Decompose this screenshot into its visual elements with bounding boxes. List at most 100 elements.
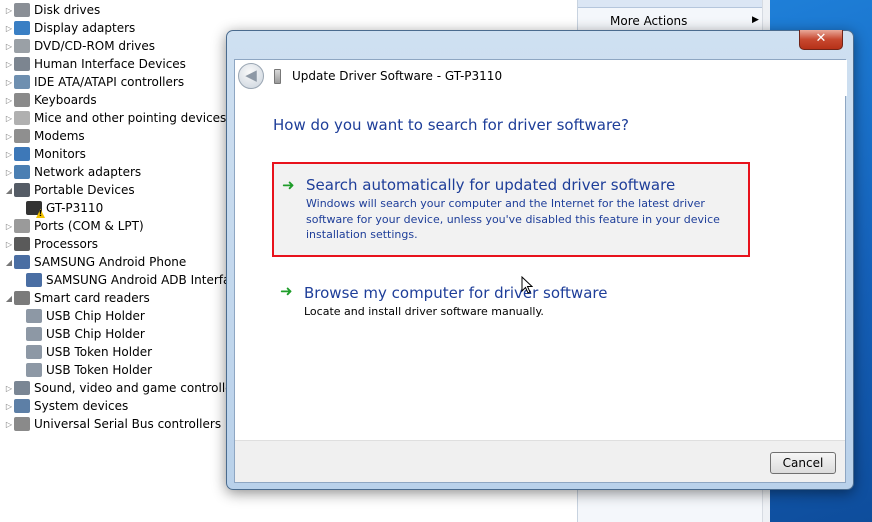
collapse-arrow-icon[interactable]: ◢ <box>4 181 14 199</box>
tree-node[interactable]: ▷ Ports (COM & LPT) <box>4 217 144 235</box>
expand-arrow-icon[interactable]: ▷ <box>4 55 14 73</box>
tree-node[interactable]: ▷ Human Interface Devices <box>4 55 186 73</box>
tree-node-label: Smart card readers <box>34 291 150 305</box>
tree-node-label: Mice and other pointing devices <box>34 111 227 125</box>
device-icon <box>14 399 30 413</box>
green-arrow-icon: ➜ <box>282 176 295 194</box>
tree-node-label: GT-P3110 <box>46 201 104 215</box>
chevron-right-icon: ▶ <box>752 15 759 25</box>
usb-device-icon <box>274 69 281 84</box>
tree-node-label: Modems <box>34 129 85 143</box>
tree-node[interactable]: ▷ Modems <box>4 127 85 145</box>
option-description: Locate and install driver software manua… <box>304 305 544 318</box>
tree-node[interactable]: ◢ SAMSUNG Android Phone <box>4 253 186 271</box>
expand-arrow-icon[interactable]: ▷ <box>4 415 14 433</box>
device-icon <box>14 291 30 305</box>
device-tree: ▷ Disk drives ▷ Display adapters ▷ DVD/CD-ROM… <box>0 0 244 522</box>
tree-node-label: SAMSUNG Android Phone <box>34 255 187 269</box>
expand-arrow-icon[interactable]: ▷ <box>4 217 14 235</box>
tree-node-label: IDE ATA/ATAPI controllers <box>34 75 185 89</box>
option-title[interactable]: Search automatically for updated driver … <box>306 176 675 194</box>
device-icon <box>14 3 30 17</box>
tree-node-label: DVD/CD-ROM drives <box>34 39 156 53</box>
back-arrow-icon[interactable]: ◀ <box>238 63 264 89</box>
expand-arrow-icon[interactable]: ▷ <box>4 145 14 163</box>
expand-arrow-icon[interactable]: ▷ <box>4 163 14 181</box>
tree-node[interactable]: ▷ IDE ATA/ATAPI controllers <box>4 73 184 91</box>
device-icon <box>26 309 42 323</box>
tree-node-label: Disk drives <box>34 3 101 17</box>
tree-node-label: USB Token Holder <box>46 345 153 359</box>
option-title[interactable]: Browse my computer for driver software <box>304 284 607 302</box>
expand-arrow-icon[interactable]: ▷ <box>4 127 14 145</box>
tree-node[interactable]: ▷ Processors <box>4 235 98 253</box>
expand-arrow-icon[interactable]: ▷ <box>4 1 14 19</box>
tree-node-label: Sound, video and game controllers <box>34 381 244 395</box>
device-icon <box>14 147 30 161</box>
device-icon <box>14 39 30 53</box>
tree-node[interactable]: ▷ System devices <box>4 397 128 415</box>
device-warning-icon <box>26 201 42 215</box>
tree-node[interactable]: USB Token Holder <box>26 343 152 361</box>
expand-arrow-icon[interactable]: ▷ <box>4 91 14 109</box>
tree-node[interactable]: ▷ DVD/CD-ROM drives <box>4 37 155 55</box>
tree-node[interactable]: ▷ Sound, video and game controllers <box>4 379 244 397</box>
expand-arrow-icon[interactable]: ▷ <box>4 37 14 55</box>
tree-node[interactable]: ▷ Mice and other pointing devices <box>4 109 226 127</box>
option-description: Windows will search your computer and th… <box>306 197 720 241</box>
dialog-content: ◀ Update Driver Software - GT-P3110 How … <box>234 59 847 483</box>
tree-node[interactable]: USB Chip Holder <box>26 307 145 325</box>
expand-arrow-icon[interactable]: ▷ <box>4 19 14 37</box>
tree-node-label: Network adapters <box>34 165 142 179</box>
collapse-arrow-icon[interactable]: ◢ <box>4 253 14 271</box>
tree-node-label: Portable Devices <box>34 183 135 197</box>
tree-node[interactable]: USB Token Holder <box>26 361 152 379</box>
device-icon <box>14 165 30 179</box>
device-icon <box>26 273 42 287</box>
expand-arrow-icon[interactable]: ▷ <box>4 397 14 415</box>
tree-node[interactable]: ▷ Universal Serial Bus controllers <box>4 415 221 433</box>
device-icon <box>14 57 30 71</box>
device-icon <box>14 219 30 233</box>
tree-node[interactable]: ▷ Disk drives <box>4 1 100 19</box>
device-icon <box>14 129 30 143</box>
tree-node[interactable]: ▷ Network adapters <box>4 163 141 181</box>
expand-arrow-icon[interactable]: ▷ <box>4 379 14 397</box>
tree-node[interactable]: ◢ Portable Devices <box>4 181 135 199</box>
tree-node-label: USB Token Holder <box>46 363 153 377</box>
tree-node[interactable]: USB Chip Holder <box>26 325 145 343</box>
tree-node-label: SAMSUNG Android ADB Interfa <box>46 273 231 287</box>
mouse-cursor-icon <box>521 276 533 294</box>
device-icon <box>14 417 30 431</box>
search-automatically-option[interactable]: ➜ Search automatically for updated drive… <box>272 162 750 257</box>
tree-node[interactable]: ▷ Keyboards <box>4 91 97 109</box>
device-icon <box>26 345 42 359</box>
tree-node[interactable]: ▷ Display adapters <box>4 19 135 37</box>
browse-computer-option[interactable]: ➜ Browse my computer for driver software… <box>272 270 750 330</box>
tree-node-label: Processors <box>34 237 99 251</box>
expand-arrow-icon[interactable]: ▷ <box>4 73 14 91</box>
tree-node-label: USB Chip Holder <box>46 309 145 323</box>
tree-node[interactable]: ◢ Smart card readers <box>4 289 150 307</box>
close-button[interactable]: ✕ <box>799 30 843 50</box>
more-actions-link[interactable]: More Actions <box>610 14 687 28</box>
actions-panel-header <box>578 0 771 8</box>
wizard-header: ◀ Update Driver Software - GT-P3110 <box>235 60 847 96</box>
tree-node-label: USB Chip Holder <box>46 327 145 341</box>
device-icon <box>14 381 30 395</box>
tree-node[interactable]: SAMSUNG Android ADB Interfa <box>26 271 230 289</box>
tree-node-label: Monitors <box>34 147 86 161</box>
dialog-footer: Cancel <box>235 440 845 482</box>
device-icon <box>14 93 30 107</box>
device-icon <box>14 75 30 89</box>
device-icon <box>14 183 30 197</box>
tree-node[interactable]: ▷ Monitors <box>4 145 86 163</box>
expand-arrow-icon[interactable]: ▷ <box>4 235 14 253</box>
green-arrow-icon: ➜ <box>280 282 293 300</box>
expand-arrow-icon[interactable]: ▷ <box>4 109 14 127</box>
tree-node[interactable]: GT-P3110 <box>26 199 103 217</box>
cancel-button[interactable]: Cancel <box>770 452 836 474</box>
collapse-arrow-icon[interactable]: ◢ <box>4 289 14 307</box>
tree-node-label: Keyboards <box>34 93 97 107</box>
device-icon <box>14 255 30 269</box>
